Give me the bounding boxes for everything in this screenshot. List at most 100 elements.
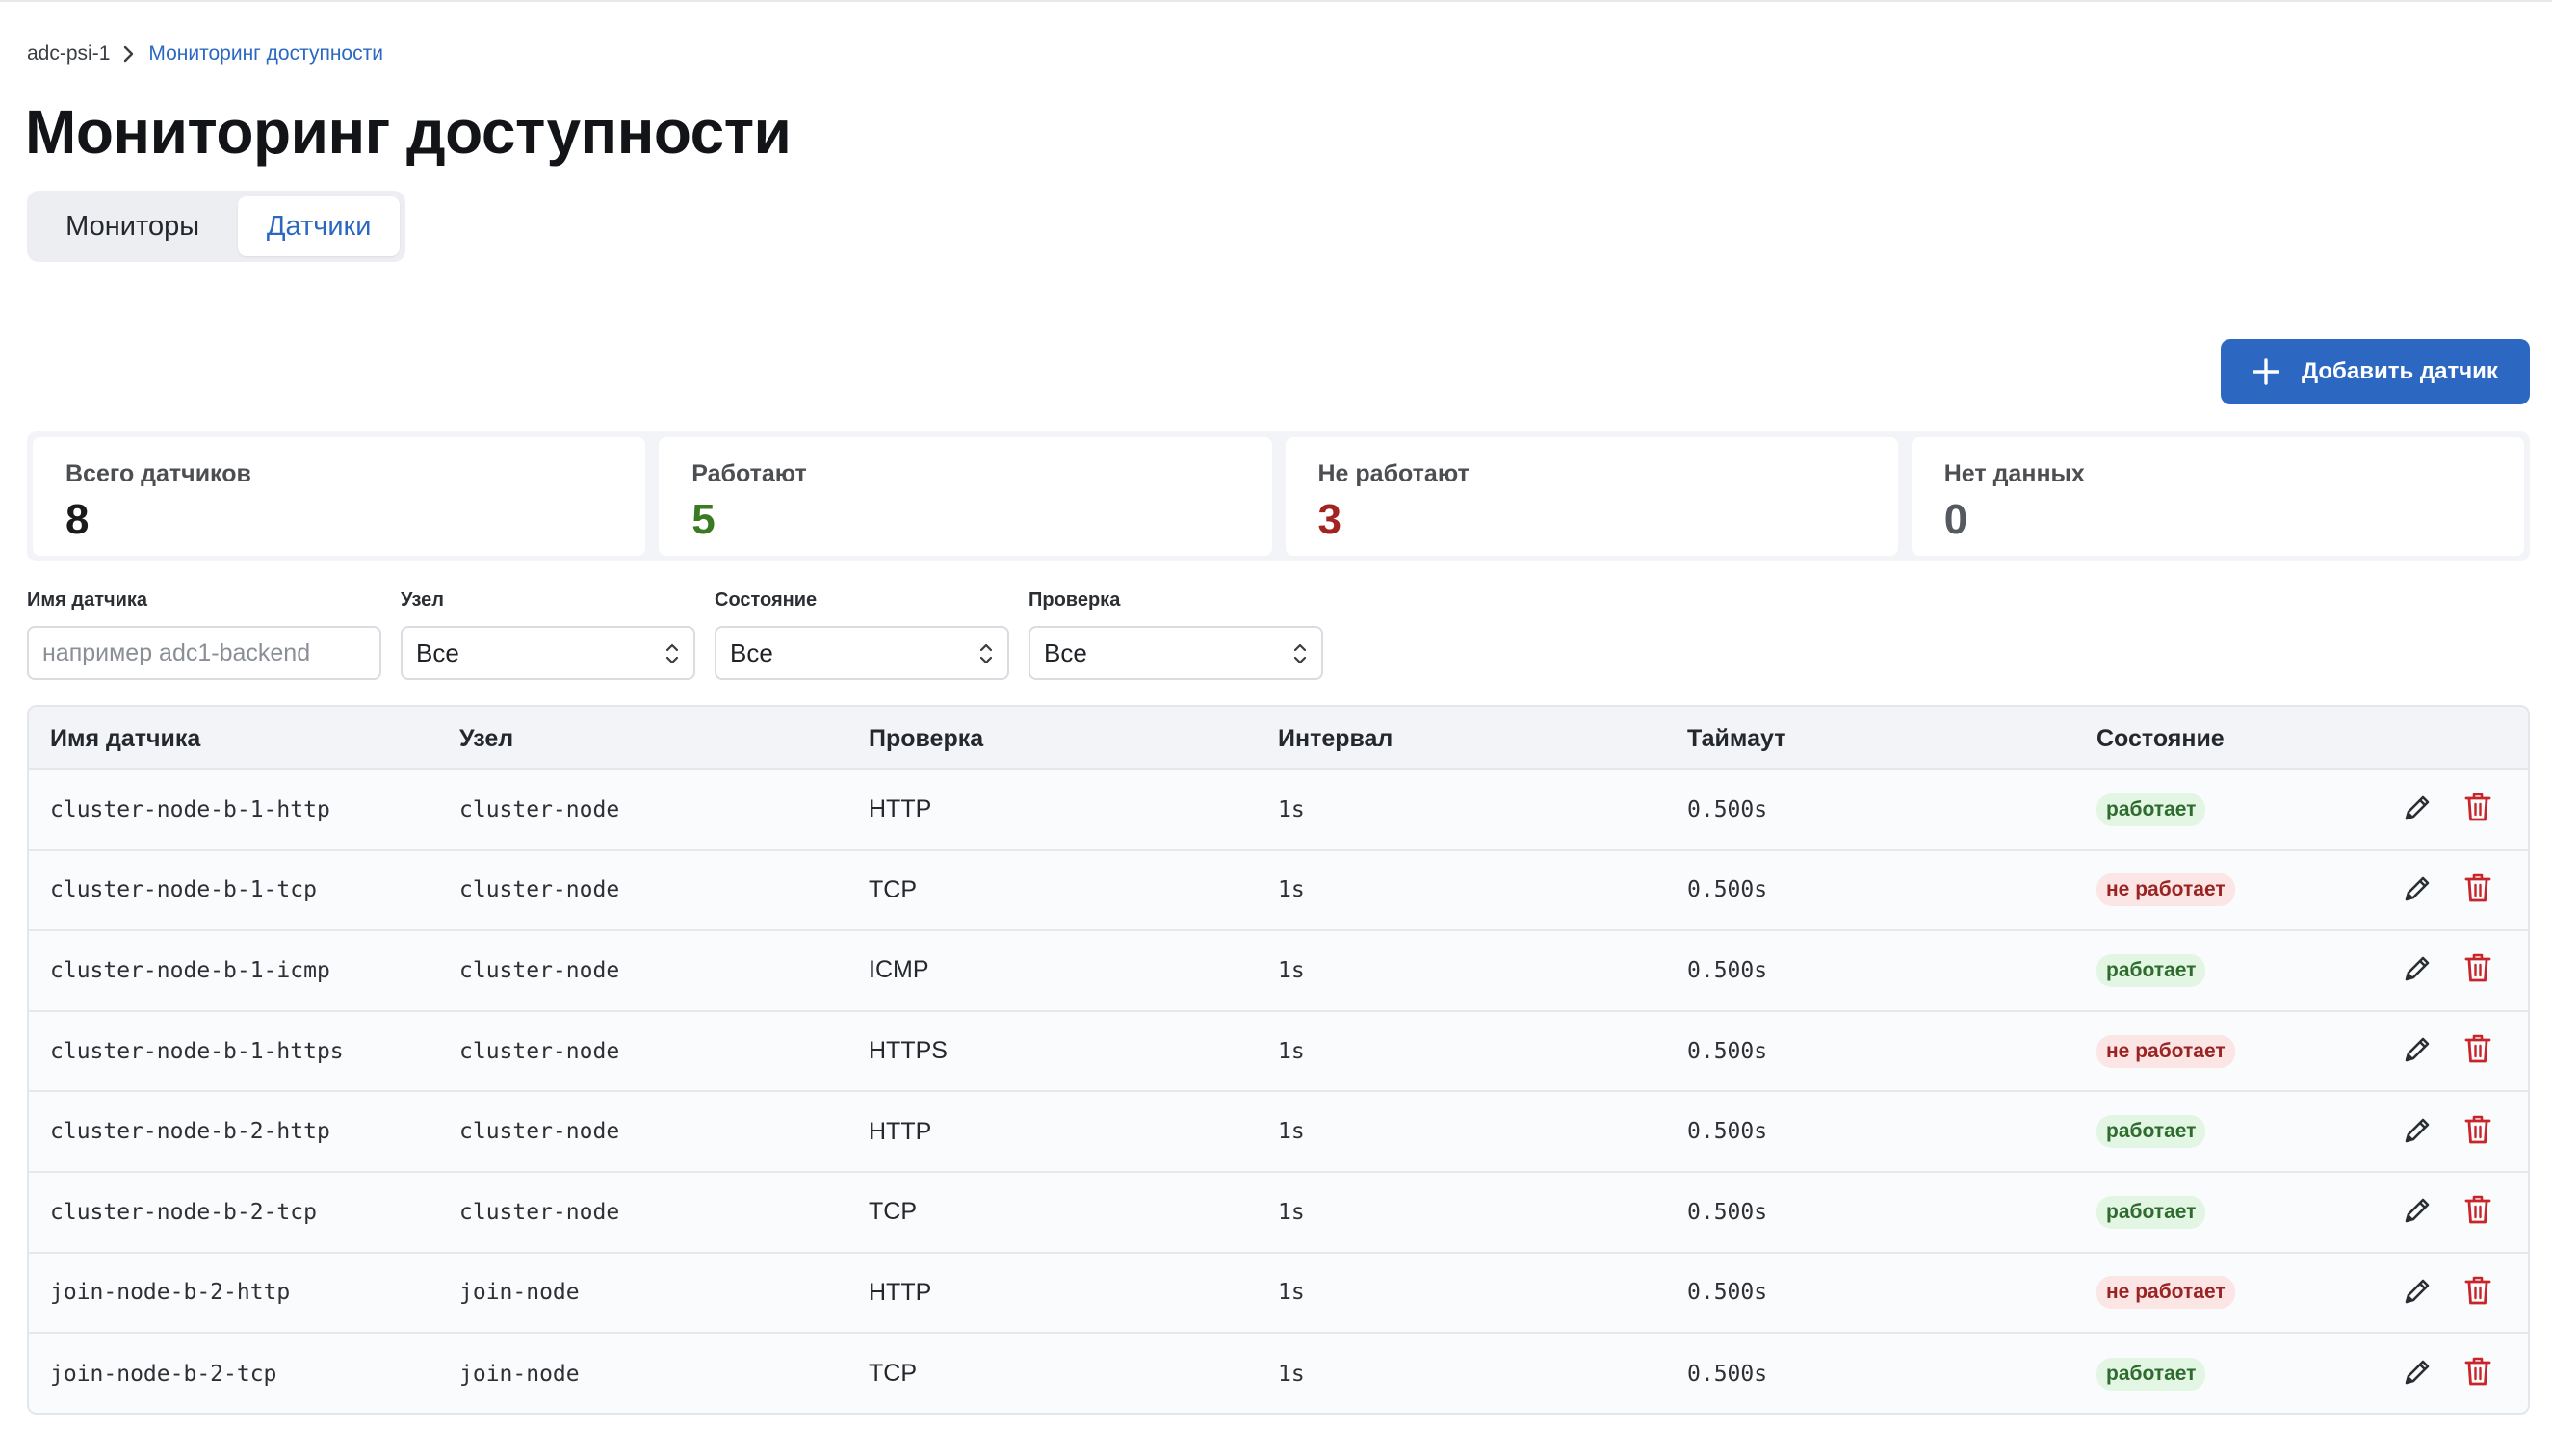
interval-cell: 1s <box>1278 1280 1305 1306</box>
table-row[interactable]: cluster-node-b-2-tcp cluster-node TCP 1s… <box>29 1173 2528 1254</box>
timeout-cell: 0.500s <box>1687 957 1768 983</box>
breadcrumb-root-link[interactable]: adc-psi-1 <box>27 42 110 65</box>
trash-icon <box>2463 792 2492 827</box>
stat-down: Не работают 3 <box>1285 437 1898 556</box>
edit-button[interactable] <box>2401 1195 2435 1230</box>
table-row[interactable]: cluster-node-b-2-http cluster-node HTTP … <box>29 1092 2528 1173</box>
timeout-cell: 0.500s <box>1687 1361 1768 1387</box>
table-row[interactable]: cluster-node-b-1-icmp cluster-node ICMP … <box>29 931 2528 1012</box>
delete-button[interactable] <box>2461 1275 2495 1310</box>
tab-sensors[interactable]: Датчики <box>238 196 400 256</box>
edit-button[interactable] <box>2401 1357 2435 1391</box>
status-badge: работает <box>2096 793 2206 826</box>
node-select[interactable]: Все <box>401 626 695 680</box>
status-badge: работает <box>2096 1195 2206 1229</box>
add-sensor-label: Добавить датчик <box>2302 358 2498 384</box>
edit-button[interactable] <box>2401 1275 2435 1310</box>
edit-button[interactable] <box>2401 872 2435 907</box>
trash-icon <box>2463 952 2492 988</box>
filter-check-label: Проверка <box>1029 589 1121 611</box>
delete-button[interactable] <box>2461 872 2495 907</box>
delete-button[interactable] <box>2461 1034 2495 1069</box>
table-row[interactable]: join-node-b-2-tcp join-node TCP 1s 0.500… <box>29 1334 2528 1413</box>
pencil-icon <box>2403 1114 2434 1150</box>
stat-total: Всего датчиков 8 <box>33 437 646 556</box>
table-row[interactable]: cluster-node-b-1-http cluster-node HTTP … <box>29 770 2528 851</box>
state-cell: не работает <box>2096 1012 2235 1091</box>
top-divider <box>0 0 2552 2</box>
interval-cell: 1s <box>1278 1361 1305 1387</box>
pencil-icon <box>2403 1194 2434 1230</box>
interval-cell: 1s <box>1278 877 1305 903</box>
breadcrumb-current: Мониторинг доступности <box>148 42 383 65</box>
column-header-state[interactable]: Состояние <box>2096 707 2225 770</box>
timeout-cell: 0.500s <box>1687 1199 1768 1225</box>
table-row[interactable]: cluster-node-b-1-https cluster-node HTTP… <box>29 1012 2528 1093</box>
check-select[interactable]: Все <box>1029 626 1323 680</box>
check-cell: HTTP <box>869 1278 932 1306</box>
check-cell: HTTPS <box>869 1037 948 1065</box>
delete-button[interactable] <box>2461 1357 2495 1391</box>
stat-label: Работают <box>691 460 807 487</box>
column-header-check[interactable]: Проверка <box>869 707 983 770</box>
table-row[interactable]: join-node-b-2-http join-node HTTP 1s 0.5… <box>29 1254 2528 1335</box>
add-sensor-button[interactable]: Добавить датчик <box>2221 339 2530 404</box>
delete-button[interactable] <box>2461 793 2495 827</box>
edit-button[interactable] <box>2401 1034 2435 1069</box>
page-title: Мониторинг доступности <box>25 97 792 167</box>
column-header-node[interactable]: Узел <box>459 707 513 770</box>
filter-state-label: Состояние <box>715 589 818 611</box>
stat-label: Не работают <box>1317 460 1470 487</box>
node-cell: join-node <box>459 1280 580 1306</box>
breadcrumb: adc-psi-1 Мониторинг доступности <box>27 39 383 69</box>
sensor-name-cell: join-node-b-2-tcp <box>50 1361 277 1387</box>
state-cell: работает <box>2096 931 2206 1010</box>
status-badge: работает <box>2096 1115 2206 1149</box>
status-badge: работает <box>2096 953 2206 987</box>
interval-cell: 1s <box>1278 1119 1305 1145</box>
plus-icon <box>2252 357 2280 386</box>
stat-value: 3 <box>1317 496 1341 543</box>
column-header-interval[interactable]: Интервал <box>1278 707 1393 770</box>
pencil-icon <box>2403 1275 2434 1311</box>
column-header-name[interactable]: Имя датчика <box>50 707 200 770</box>
column-header-timeout[interactable]: Таймаут <box>1687 707 1785 770</box>
edit-button[interactable] <box>2401 1114 2435 1149</box>
check-select-value: Все <box>1044 637 1087 667</box>
stat-up: Работают 5 <box>659 437 1272 556</box>
table-row[interactable]: cluster-node-b-1-tcp cluster-node TCP 1s… <box>29 851 2528 932</box>
edit-button[interactable] <box>2401 793 2435 827</box>
timeout-cell: 0.500s <box>1687 796 1768 822</box>
sensor-name-cell: cluster-node-b-2-http <box>50 1119 330 1145</box>
timeout-cell: 0.500s <box>1687 877 1768 903</box>
state-select[interactable]: Все <box>715 626 1009 680</box>
edit-button[interactable] <box>2401 953 2435 988</box>
timeout-cell: 0.500s <box>1687 1280 1768 1306</box>
check-cell: TCP <box>869 1360 917 1388</box>
trash-icon <box>2463 1275 2492 1311</box>
delete-button[interactable] <box>2461 1114 2495 1149</box>
node-cell: cluster-node <box>459 1038 620 1064</box>
check-cell: TCP <box>869 875 917 903</box>
stat-label: Всего датчиков <box>65 460 251 487</box>
sensor-name-input[interactable]: например adc1-backend <box>27 626 381 680</box>
interval-cell: 1s <box>1278 957 1305 983</box>
trash-icon <box>2463 1194 2492 1230</box>
sensor-name-cell: cluster-node-b-1-tcp <box>50 877 317 903</box>
chevron-up-down-icon <box>1292 641 1308 666</box>
check-cell: ICMP <box>869 956 929 984</box>
state-cell: работает <box>2096 770 2206 849</box>
trash-icon <box>2463 872 2492 908</box>
tab-monitors[interactable]: Мониторы <box>33 196 232 256</box>
delete-button[interactable] <box>2461 1195 2495 1230</box>
state-cell: не работает <box>2096 851 2235 930</box>
state-cell: работает <box>2096 1173 2206 1252</box>
node-cell: cluster-node <box>459 1199 620 1225</box>
delete-button[interactable] <box>2461 953 2495 988</box>
trash-icon <box>2463 1033 2492 1069</box>
node-cell: cluster-node <box>459 957 620 983</box>
pencil-icon <box>2403 872 2434 908</box>
sensor-name-cell: cluster-node-b-1-icmp <box>50 957 330 983</box>
status-badge: не работает <box>2096 873 2235 907</box>
stat-value: 5 <box>691 496 716 543</box>
